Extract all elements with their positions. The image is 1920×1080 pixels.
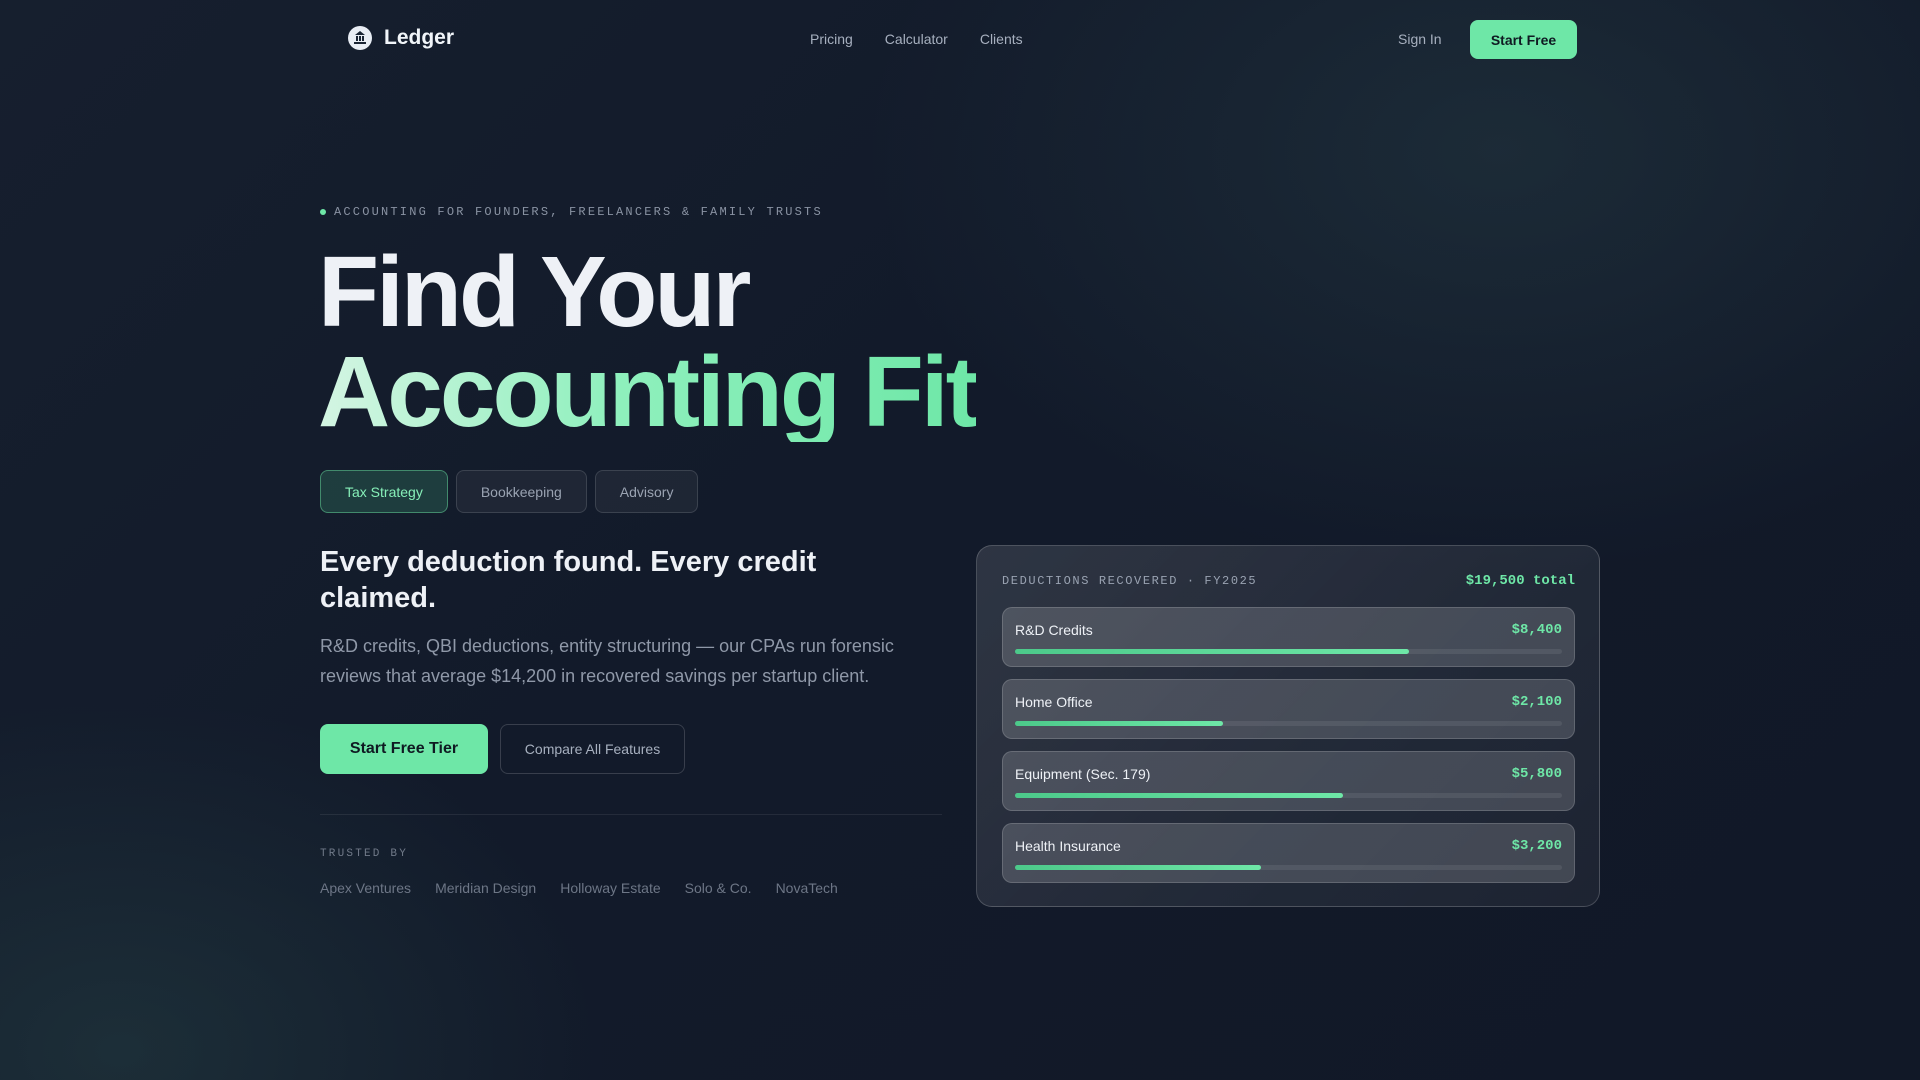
card-title: DEDUCTIONS RECOVERED · FY2025 (1002, 574, 1258, 588)
eyebrow-text: ACCOUNTING FOR FOUNDERS, FREELANCERS & F… (334, 205, 823, 219)
trusted-by-label: TRUSTED BY (320, 848, 409, 860)
hero-description: R&D credits, QBI deductions, entity stru… (320, 636, 894, 686)
brand-name: Ledger (384, 26, 455, 49)
hero-title-line2: Accounting Fit (318, 336, 979, 448)
hero-subheading: Every deduction found. Every credit clai… (320, 546, 817, 614)
brand-logo[interactable]: Ledger (348, 26, 454, 50)
client-logo-solo: Solo & Co. (684, 880, 752, 896)
compare-features-button[interactable]: Compare All Features (500, 724, 685, 774)
deduction-row: Health Insurance $3,200 (1002, 823, 1575, 883)
hero-eyebrow: ACCOUNTING FOR FOUNDERS, FREELANCERS & F… (320, 205, 823, 219)
client-logo-holloway: Holloway Estate (560, 880, 661, 896)
progress-track (1015, 793, 1562, 798)
progress-track (1015, 721, 1562, 726)
deduction-label: Health Insurance (1015, 838, 1121, 854)
deduction-label: Home Office (1015, 694, 1093, 710)
deduction-row: Home Office $2,100 (1002, 679, 1575, 739)
deduction-label: R&D Credits (1015, 622, 1093, 638)
deduction-value: $2,100 (1511, 694, 1562, 710)
progress-fill (1015, 649, 1409, 654)
progress-fill (1015, 721, 1223, 726)
cta-group: Start Free Tier Compare All Features (320, 724, 685, 774)
card-header: DEDUCTIONS RECOVERED · FY2025 $19,500 to… (1002, 573, 1575, 589)
deduction-value: $5,800 (1511, 766, 1562, 782)
deduction-value: $3,200 (1511, 838, 1562, 854)
card-total: $19,500 total (1465, 573, 1575, 589)
start-free-tier-button[interactable]: Start Free Tier (320, 724, 488, 774)
progress-fill (1015, 793, 1344, 798)
deduction-row: R&D Credits $8,400 (1002, 607, 1575, 667)
nav-links: Pricing Calculator Clients (810, 31, 1023, 47)
progress-track (1015, 649, 1562, 654)
deduction-row: Equipment (Sec. 179) $5,800 (1002, 751, 1575, 811)
nav-link-calculator[interactable]: Calculator (885, 31, 948, 47)
deductions-card: DEDUCTIONS RECOVERED · FY2025 $19,500 to… (976, 545, 1600, 907)
deduction-list: R&D Credits $8,400 Home Office $2,100 Eq… (1002, 607, 1575, 895)
hero-title: Find Your Accounting Fit (318, 236, 979, 448)
client-logo-meridian: Meridian Design (435, 880, 537, 896)
progress-track (1015, 865, 1562, 870)
deduction-label: Equipment (Sec. 179) (1015, 766, 1151, 782)
tab-advisory[interactable]: Advisory (594, 470, 699, 513)
trusted-logos: Apex Ventures Meridian Design Holloway E… (320, 880, 838, 896)
progress-fill (1015, 865, 1262, 870)
tab-bookkeeping[interactable]: Bookkeeping (455, 470, 587, 513)
ledger-logo-icon (348, 26, 372, 50)
client-logo-novatech: NovaTech (775, 880, 838, 896)
tab-tax-strategy[interactable]: Tax Strategy (320, 470, 448, 513)
deduction-value: $8,400 (1511, 622, 1562, 638)
divider (320, 814, 942, 815)
client-logo-apex: Apex Ventures (320, 880, 412, 896)
sign-in-link[interactable]: Sign In (1398, 31, 1442, 47)
top-navigation: Ledger Pricing Calculator Clients Sign I… (0, 0, 1920, 80)
nav-link-clients[interactable]: Clients (980, 31, 1023, 47)
hero-title-line1: Find Your (318, 236, 751, 348)
start-free-button[interactable]: Start Free (1470, 20, 1577, 59)
eyebrow-dot-icon (320, 209, 326, 215)
nav-link-pricing[interactable]: Pricing (810, 31, 853, 47)
service-tabs: Tax Strategy Bookkeeping Advisory (320, 470, 699, 513)
